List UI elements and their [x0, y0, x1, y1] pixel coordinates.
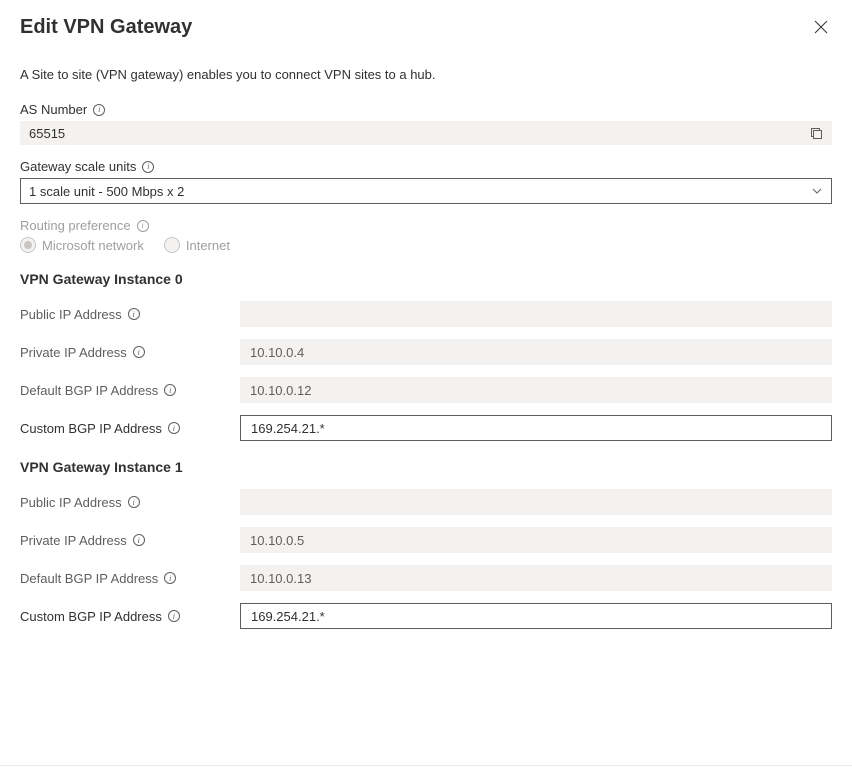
page-description: A Site to site (VPN gateway) enables you…	[20, 67, 832, 82]
instance-1-header: VPN Gateway Instance 1	[20, 459, 832, 475]
instance-1-custom-bgp-row: Custom BGP IP Address i	[20, 603, 832, 629]
radio-circle	[164, 237, 180, 253]
radio-internet: Internet	[164, 237, 230, 253]
gateway-scale-label: Gateway scale units i	[20, 159, 832, 174]
routing-preference-label: Routing preference i	[20, 218, 832, 233]
as-number-field: AS Number i 65515	[20, 102, 832, 145]
gateway-scale-field: Gateway scale units i 1 scale unit - 500…	[20, 159, 832, 204]
info-icon[interactable]: i	[168, 610, 180, 622]
page-title: Edit VPN Gateway	[20, 16, 192, 39]
instance-0-header: VPN Gateway Instance 0	[20, 271, 832, 287]
instance-0-private-ip-row: Private IP Address i 10.10.0.4	[20, 339, 832, 365]
custom-bgp-input-0[interactable]	[240, 415, 832, 441]
panel-header: Edit VPN Gateway	[20, 16, 832, 39]
info-icon[interactable]: i	[128, 308, 140, 320]
custom-bgp-label: Custom BGP IP Address i	[20, 609, 220, 624]
default-bgp-label: Default BGP IP Address i	[20, 383, 220, 398]
private-ip-value: 10.10.0.5	[240, 527, 832, 553]
chevron-down-icon	[811, 185, 823, 197]
info-icon[interactable]: i	[128, 496, 140, 508]
instance-1-default-bgp-row: Default BGP IP Address i 10.10.0.13	[20, 565, 832, 591]
routing-preference-field: Routing preference i Microsoft network I…	[20, 218, 832, 253]
info-icon[interactable]: i	[168, 422, 180, 434]
close-icon	[814, 20, 828, 34]
info-icon[interactable]: i	[133, 534, 145, 546]
copy-icon	[810, 127, 823, 140]
instance-1-private-ip-row: Private IP Address i 10.10.0.5	[20, 527, 832, 553]
custom-bgp-input-1[interactable]	[240, 603, 832, 629]
divider	[0, 765, 852, 766]
info-icon[interactable]: i	[133, 346, 145, 358]
close-button[interactable]	[810, 16, 832, 38]
radio-microsoft-network: Microsoft network	[20, 237, 144, 253]
custom-bgp-label: Custom BGP IP Address i	[20, 421, 220, 436]
public-ip-label: Public IP Address i	[20, 307, 220, 322]
radio-circle	[20, 237, 36, 253]
public-ip-value	[240, 489, 832, 515]
private-ip-value: 10.10.0.4	[240, 339, 832, 365]
instance-0-custom-bgp-row: Custom BGP IP Address i	[20, 415, 832, 441]
routing-preference-radios: Microsoft network Internet	[20, 237, 832, 253]
as-number-label: AS Number i	[20, 102, 832, 117]
private-ip-label: Private IP Address i	[20, 533, 220, 548]
public-ip-label: Public IP Address i	[20, 495, 220, 510]
default-bgp-value: 10.10.0.13	[240, 565, 832, 591]
instance-1-public-ip-row: Public IP Address i	[20, 489, 832, 515]
info-icon[interactable]: i	[93, 104, 105, 116]
as-number-input: 65515	[20, 121, 832, 145]
instance-0-default-bgp-row: Default BGP IP Address i 10.10.0.12	[20, 377, 832, 403]
info-icon[interactable]: i	[164, 384, 176, 396]
private-ip-label: Private IP Address i	[20, 345, 220, 360]
info-icon[interactable]: i	[164, 572, 176, 584]
info-icon[interactable]: i	[142, 161, 154, 173]
default-bgp-label: Default BGP IP Address i	[20, 571, 220, 586]
instance-0-public-ip-row: Public IP Address i	[20, 301, 832, 327]
default-bgp-value: 10.10.0.12	[240, 377, 832, 403]
public-ip-value	[240, 301, 832, 327]
info-icon[interactable]: i	[137, 220, 149, 232]
gateway-scale-dropdown[interactable]: 1 scale unit - 500 Mbps x 2	[20, 178, 832, 204]
copy-button[interactable]	[810, 127, 823, 140]
